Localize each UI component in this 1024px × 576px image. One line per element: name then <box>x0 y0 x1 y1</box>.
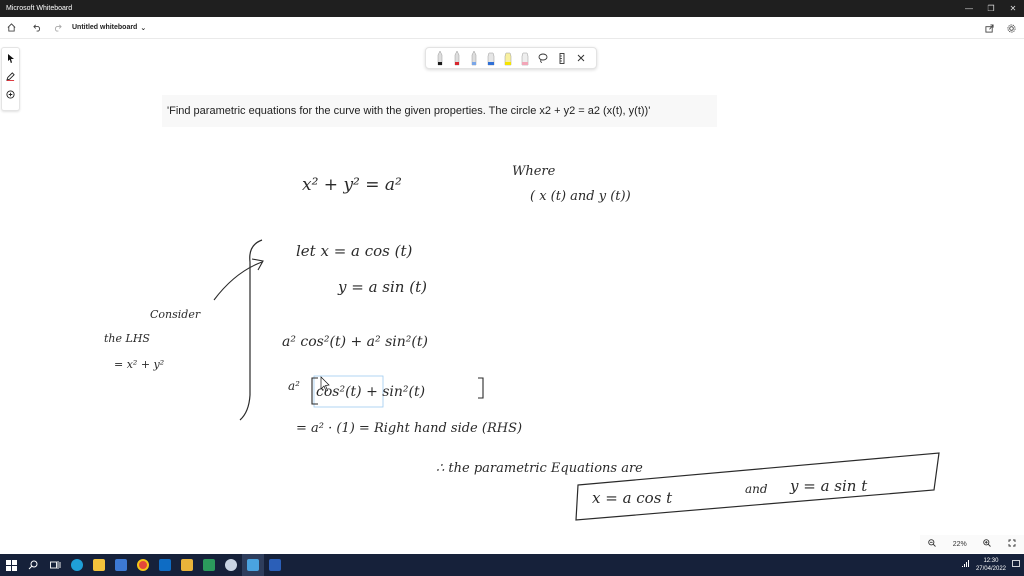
answer-and: and <box>745 482 768 496</box>
window-title: Microsoft Whiteboard <box>6 5 73 12</box>
let-x-line: let x = a cos (t) <box>296 242 413 260</box>
main-equation: x² + y² = a² <box>302 175 402 195</box>
zoom-in-icon[interactable] <box>983 539 992 549</box>
factor-expression: cos²(t) + sin²(t) <box>316 384 425 400</box>
folder-icon[interactable] <box>176 554 198 576</box>
outlook-icon[interactable] <box>154 554 176 576</box>
clock-date: 27/04/2022 <box>975 566 1006 572</box>
notifications-icon[interactable] <box>1012 560 1020 570</box>
edge-browser-icon[interactable] <box>66 554 88 576</box>
clock[interactable]: 12:30 27/04/2022 <box>976 557 1006 573</box>
store-icon[interactable] <box>110 554 132 576</box>
fit-screen-icon[interactable] <box>1008 539 1016 549</box>
gear-icon[interactable] <box>1004 21 1018 35</box>
home-icon[interactable] <box>4 21 18 35</box>
file-explorer-icon[interactable] <box>88 554 110 576</box>
clock-time: 12:30 <box>983 558 999 564</box>
share-icon[interactable] <box>982 21 996 35</box>
whiteboard-app-icon[interactable] <box>242 554 264 576</box>
search-icon[interactable] <box>22 554 44 576</box>
undo-icon[interactable] <box>30 21 44 35</box>
app-toolbar: Untitled whiteboard ⌄ <box>0 17 1024 39</box>
taskbar: 12:30 27/04/2022 <box>0 554 1024 576</box>
steam-icon[interactable] <box>220 554 242 576</box>
app-icon[interactable] <box>198 554 220 576</box>
lhs-expression: = x² + y² <box>114 358 164 371</box>
arrow-stroke <box>213 261 263 301</box>
answer-x: x = a cos t <box>592 489 673 507</box>
network-icon[interactable] <box>961 560 970 570</box>
windows-start-icon[interactable] <box>0 554 22 576</box>
answer-y: y = a sin t <box>789 477 868 495</box>
chrome-icon[interactable] <box>132 554 154 576</box>
let-y-line: y = a sin (t) <box>337 278 427 296</box>
maximize-button[interactable]: ❐ <box>980 0 1002 17</box>
word-icon[interactable] <box>264 554 286 576</box>
zoom-bar: 22% <box>920 535 1024 553</box>
arrow-head <box>251 258 264 271</box>
close-window-button[interactable]: ✕ <box>1002 0 1024 17</box>
zoom-level[interactable]: 22% <box>953 541 967 548</box>
where-note-detail: ( x (t) and y (t)) <box>530 189 631 204</box>
system-tray: 12:30 27/04/2022 <box>961 554 1020 576</box>
document-name-label: Untitled whiteboard <box>72 24 138 31</box>
minimize-button[interactable]: — <box>958 0 980 17</box>
title-bar: Microsoft Whiteboard — ❐ ✕ <box>0 0 1024 17</box>
lhs-note: the LHS <box>104 332 150 345</box>
substitution-line: a² cos²(t) + a² sin²(t) <box>282 334 428 350</box>
therefore-line: ∴ the parametric Equations are <box>436 461 643 476</box>
factor-coefficient: a² <box>288 379 300 393</box>
result-line: = a² · (1) = Right hand side (RHS) <box>296 421 522 436</box>
redo-icon[interactable] <box>50 21 64 35</box>
consider-note: Consider <box>150 308 201 321</box>
chevron-down-icon: ⌄ <box>140 24 147 32</box>
where-note: Where <box>512 164 556 179</box>
window-controls: — ❐ ✕ <box>958 0 1024 17</box>
ink-canvas[interactable]: x² + y² = a² Where ( x (t) and y (t)) Co… <box>0 40 1024 534</box>
task-view-icon[interactable] <box>44 554 66 576</box>
zoom-out-icon[interactable] <box>928 539 937 549</box>
document-name[interactable]: Untitled whiteboard ⌄ <box>72 24 146 32</box>
